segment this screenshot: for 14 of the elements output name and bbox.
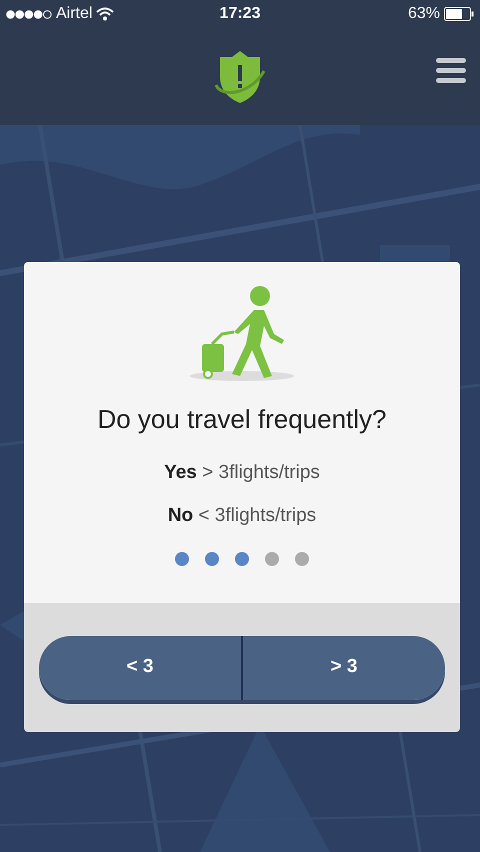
battery-icon xyxy=(444,7,474,21)
menu-icon[interactable] xyxy=(436,58,466,83)
signal-icon xyxy=(6,10,52,18)
hint-text: Yes > 3flights/trips xyxy=(164,461,320,485)
battery-percent: 63% xyxy=(408,4,440,24)
hint-text: No < 3flights/trips xyxy=(168,504,316,528)
traveler-with-suitcase-icon xyxy=(190,284,294,382)
answer-button[interactable]: < 3 xyxy=(39,636,243,700)
shield-logo xyxy=(212,48,268,104)
carrier-name: Airtel xyxy=(56,4,92,24)
question-title: Do you travel frequently? xyxy=(97,403,387,436)
wifi-icon xyxy=(96,7,114,21)
answer-button[interactable]: > 3 xyxy=(243,636,445,700)
clock: 17:23 xyxy=(220,4,260,24)
